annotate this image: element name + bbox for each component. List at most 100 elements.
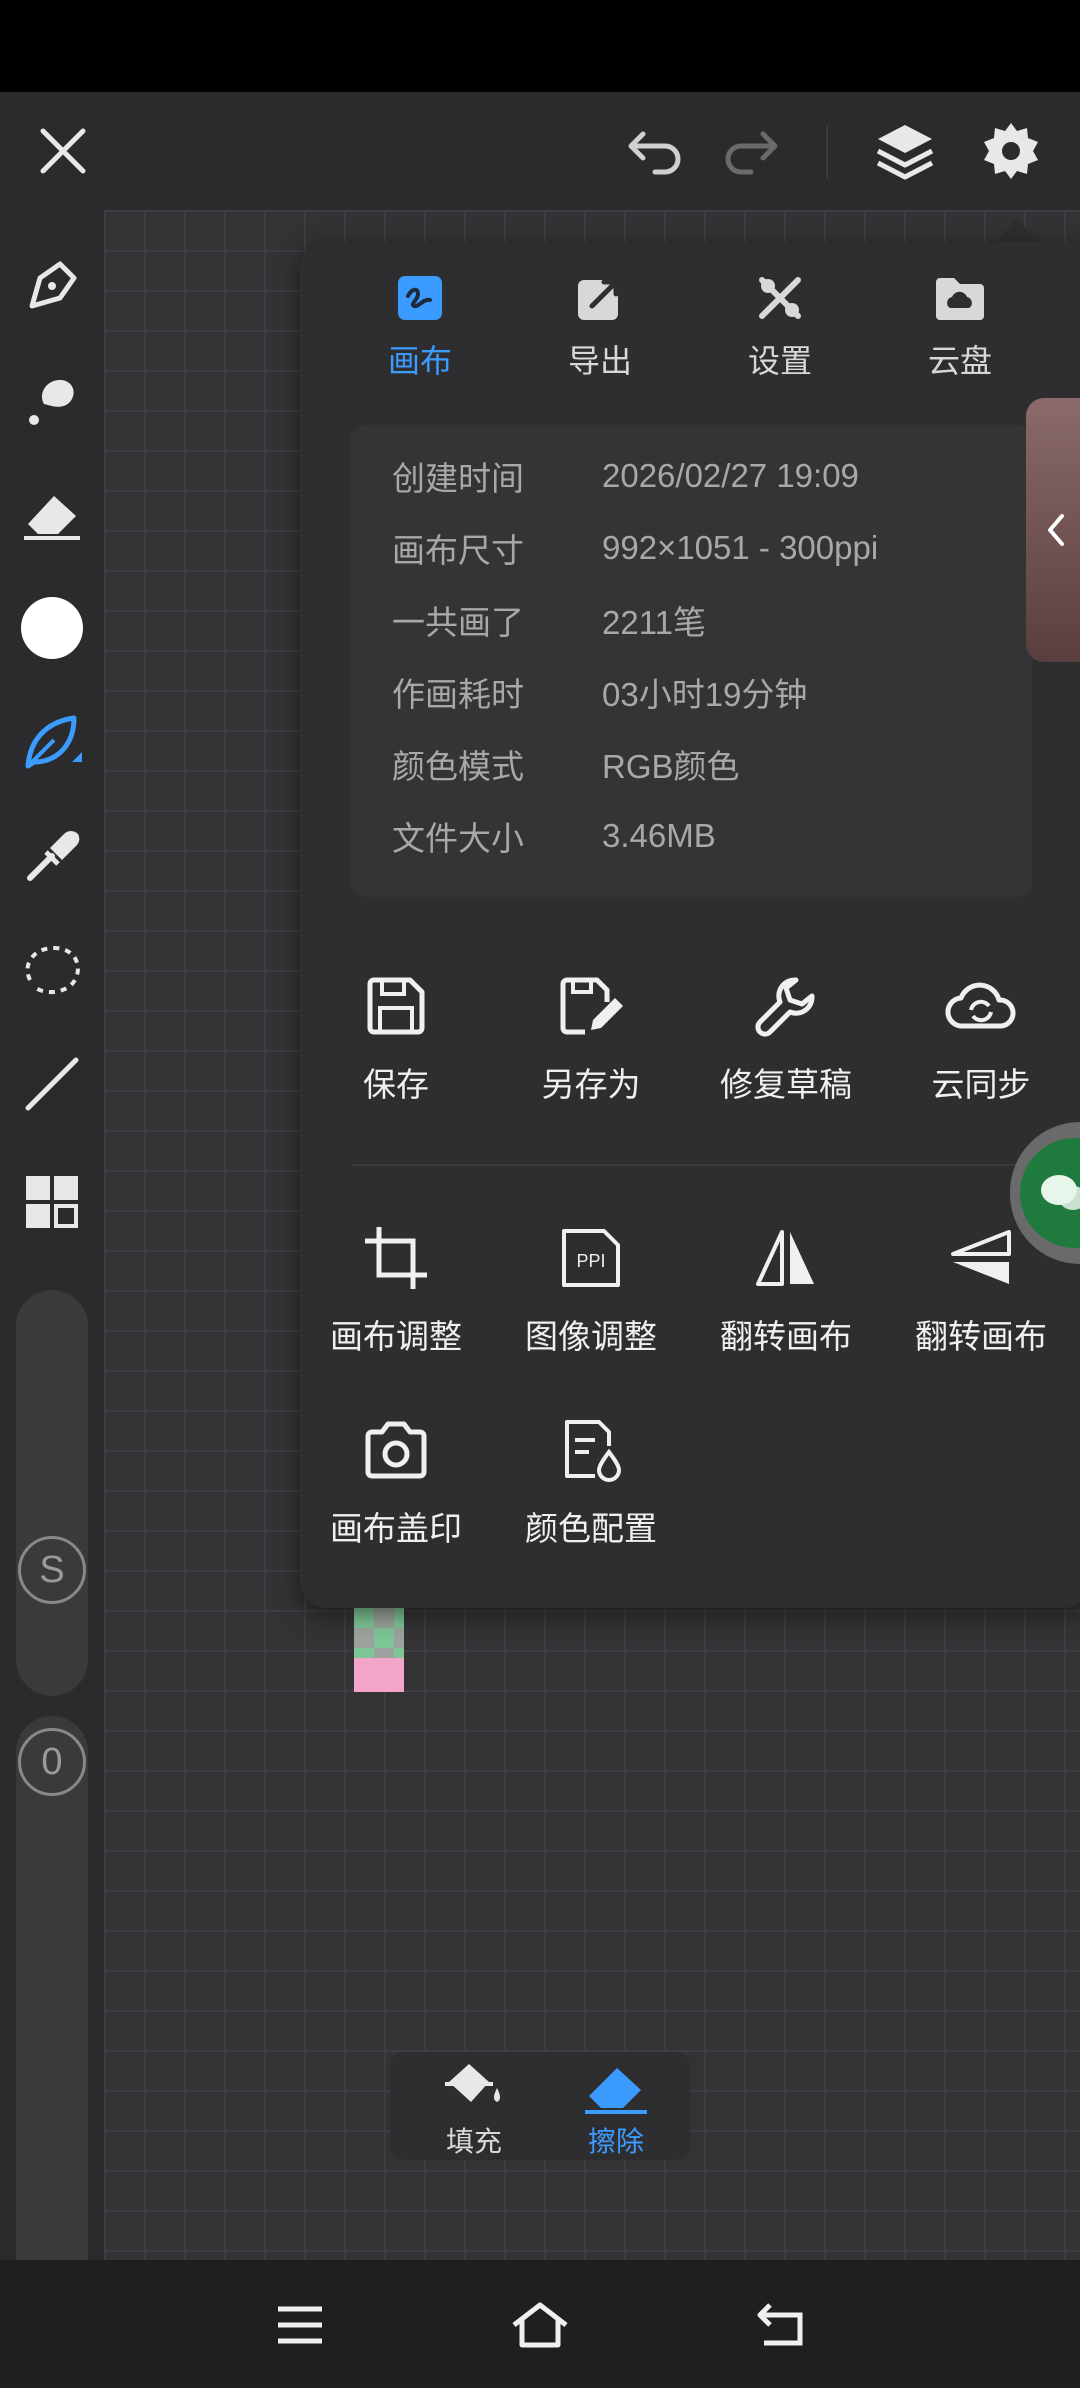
fill-erase-toggle: 填充 擦除 (390, 2052, 690, 2160)
panel-caret (995, 218, 1039, 244)
eraser-icon (585, 2068, 647, 2114)
layers-icon[interactable] (868, 114, 942, 188)
info-value: 03小时19分钟 (602, 676, 808, 713)
camera-icon (360, 1414, 432, 1486)
flip-horizontal-button[interactable]: 翻转画布 (691, 1222, 881, 1358)
tab-cloud-drive[interactable]: 云盘 (880, 270, 1040, 400)
action-label: 翻转画布 (720, 1317, 852, 1356)
info-key: 颜色模式 (392, 747, 524, 786)
info-row-created: 创建时间 2026/02/27 19:09 (392, 451, 859, 501)
tab-canvas[interactable]: 画布 (340, 270, 500, 400)
gear-icon[interactable] (974, 114, 1048, 188)
top-toolbar (0, 92, 1080, 210)
action-label: 图像调整 (525, 1317, 657, 1356)
action-label: 另存为 (541, 1065, 641, 1104)
tab-label: 云盘 (927, 342, 992, 380)
close-icon[interactable] (28, 116, 98, 186)
pen-icon[interactable] (12, 246, 92, 326)
canvas-stamp-button[interactable]: 画布盖印 (301, 1414, 491, 1550)
info-row-duration: 作画耗时 03小时19分钟 (392, 667, 807, 717)
leaf-brush-icon[interactable] (12, 702, 92, 782)
app-root: S 0 画布 导出 设置 云盘 创建时间 2026/02/27 19:09 画布… (0, 0, 1080, 2388)
grid-icon[interactable] (12, 1162, 92, 1242)
menu-icon[interactable] (260, 2290, 340, 2360)
info-row-color-mode: 颜色模式 RGB颜色 (392, 739, 740, 789)
save-as-icon (555, 970, 627, 1042)
image-adjust-button[interactable]: PPI 图像调整 (496, 1222, 686, 1358)
fill-button[interactable]: 填充 (414, 2058, 534, 2160)
size-badge[interactable]: S (18, 1536, 86, 1604)
canvas-info-panel: 画布 导出 设置 云盘 创建时间 2026/02/27 19:09 画布尺寸 9… (300, 242, 1080, 1608)
cloud-folder-icon (932, 270, 988, 326)
chevron-left-icon (1048, 514, 1064, 546)
eraser-icon[interactable] (12, 474, 92, 554)
fill-label: 填充 (445, 2125, 502, 2158)
action-label: 颜色配置 (525, 1509, 657, 1548)
info-value: 992×1051 - 300ppi (602, 529, 879, 566)
info-key: 画布尺寸 (392, 531, 524, 570)
side-drawer-handle[interactable] (1026, 398, 1080, 662)
ppi-icon: PPI (555, 1222, 627, 1294)
tab-settings[interactable]: 设置 (700, 270, 860, 400)
flip-vertical-icon (945, 1222, 1017, 1294)
action-label: 画布盖印 (330, 1509, 462, 1548)
panel-tabs: 画布 导出 设置 云盘 (300, 270, 1080, 400)
left-toolbar: S 0 (0, 210, 104, 2328)
tab-label: 画布 (387, 342, 452, 380)
tab-label: 设置 (747, 342, 812, 380)
export-icon (572, 270, 628, 326)
home-icon[interactable] (500, 2290, 580, 2360)
info-value: 2211笔 (602, 604, 706, 641)
action-label: 画布调整 (330, 1317, 462, 1356)
cloud-sync-button[interactable]: 云同步 (886, 970, 1076, 1106)
action-label: 翻转画布 (915, 1317, 1047, 1356)
canvas-icon (392, 270, 448, 326)
smudge-icon[interactable] (12, 360, 92, 440)
tab-export[interactable]: 导出 (520, 270, 680, 400)
info-key: 一共画了 (392, 603, 524, 642)
undo-icon[interactable] (620, 116, 690, 186)
back-icon[interactable] (740, 2290, 820, 2360)
info-key: 作画耗时 (392, 675, 524, 714)
info-key: 文件大小 (392, 819, 524, 858)
svg-text:PPI: PPI (576, 1251, 605, 1271)
info-row-size: 画布尺寸 992×1051 - 300ppi (392, 523, 878, 573)
color-profile-button[interactable]: 颜色配置 (496, 1414, 686, 1550)
wrench-icon (750, 970, 822, 1042)
repair-draft-button[interactable]: 修复草稿 (691, 970, 881, 1106)
action-label: 云同步 (931, 1065, 1031, 1104)
action-label: 修复草稿 (720, 1065, 852, 1104)
save-button[interactable]: 保存 (301, 970, 491, 1106)
toolbar-divider (826, 126, 828, 178)
info-value: 3.46MB (602, 817, 716, 854)
crop-icon (360, 1222, 432, 1294)
flip-horizontal-icon (750, 1222, 822, 1294)
tools-icon (752, 270, 808, 326)
canvas-info: 创建时间 2026/02/27 19:09 画布尺寸 992×1051 - 30… (350, 425, 1032, 897)
save-as-button[interactable]: 另存为 (496, 970, 686, 1106)
info-value: RGB颜色 (602, 748, 740, 785)
action-label: 保存 (363, 1065, 429, 1104)
save-icon (360, 970, 432, 1042)
info-row-file-size: 文件大小 3.46MB (392, 811, 716, 861)
tab-label: 导出 (567, 342, 632, 380)
erase-button[interactable]: 擦除 (556, 2058, 676, 2160)
color-profile-icon (555, 1414, 627, 1486)
line-icon[interactable] (12, 1044, 92, 1124)
redo-icon[interactable] (716, 116, 786, 186)
cloud-sync-icon (945, 970, 1017, 1042)
chat-icon (1020, 1138, 1080, 1248)
opacity-badge[interactable]: 0 (18, 1728, 86, 1796)
erase-label: 擦除 (587, 2125, 644, 2158)
canvas-adjust-button[interactable]: 画布调整 (301, 1222, 491, 1358)
eyedropper-icon[interactable] (12, 816, 92, 896)
paint-bucket-icon (445, 2064, 500, 2102)
status-bar (0, 0, 1080, 92)
color-swatch[interactable] (12, 588, 92, 668)
panel-divider (352, 1164, 1052, 1166)
brush-size-slider[interactable] (16, 1290, 88, 1696)
info-row-strokes: 一共画了 2211笔 (392, 595, 706, 645)
lasso-icon[interactable] (12, 930, 92, 1010)
opacity-slider[interactable] (16, 1716, 88, 2328)
info-key: 创建时间 (392, 459, 524, 498)
